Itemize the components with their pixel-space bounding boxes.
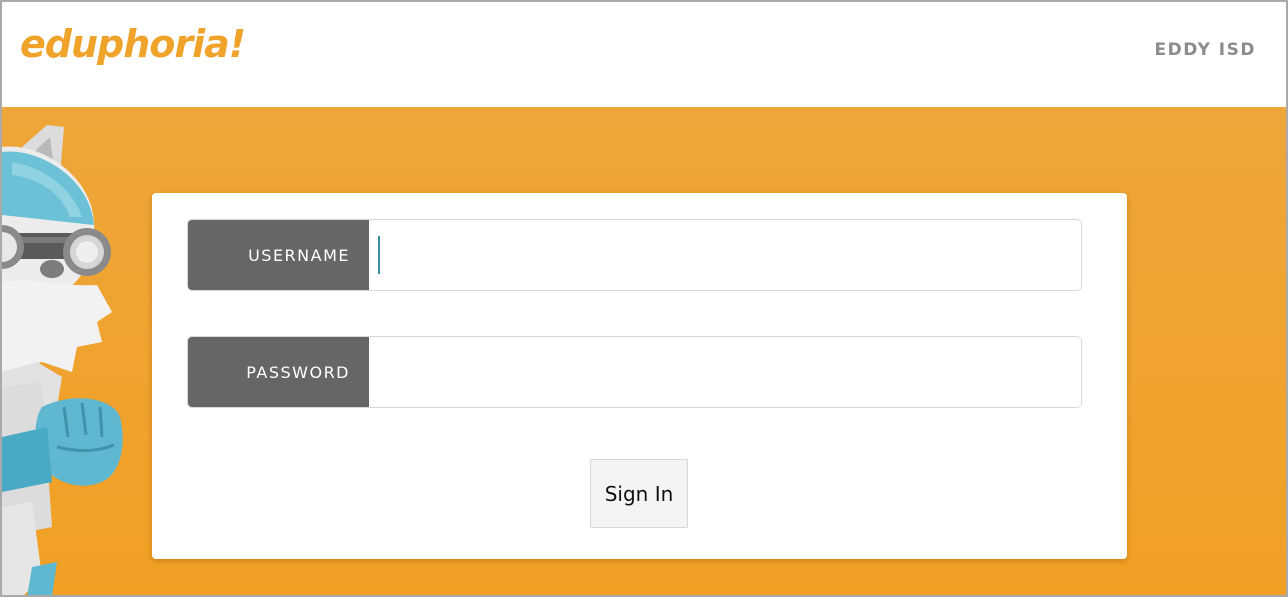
sign-in-button[interactable]: Sign In (590, 459, 688, 528)
browser-frame: eduphoria! EDDY ISD USERNAME PASSWORD Si… (0, 0, 1288, 597)
password-field: PASSWORD (187, 336, 1082, 408)
login-card: USERNAME PASSWORD Sign In (152, 193, 1127, 559)
username-field: USERNAME (187, 219, 1082, 291)
login-hero: USERNAME PASSWORD Sign In (2, 107, 1286, 595)
top-header: eduphoria! EDDY ISD (2, 2, 1286, 107)
mascot-icon (2, 125, 123, 595)
username-label: USERNAME (188, 220, 369, 290)
eduphoria-logo[interactable]: eduphoria! (20, 22, 246, 66)
password-input[interactable] (369, 337, 1081, 407)
district-name: EDDY ISD (1154, 40, 1256, 60)
text-caret (378, 236, 380, 274)
password-label: PASSWORD (188, 337, 369, 407)
username-input[interactable] (369, 220, 1081, 290)
